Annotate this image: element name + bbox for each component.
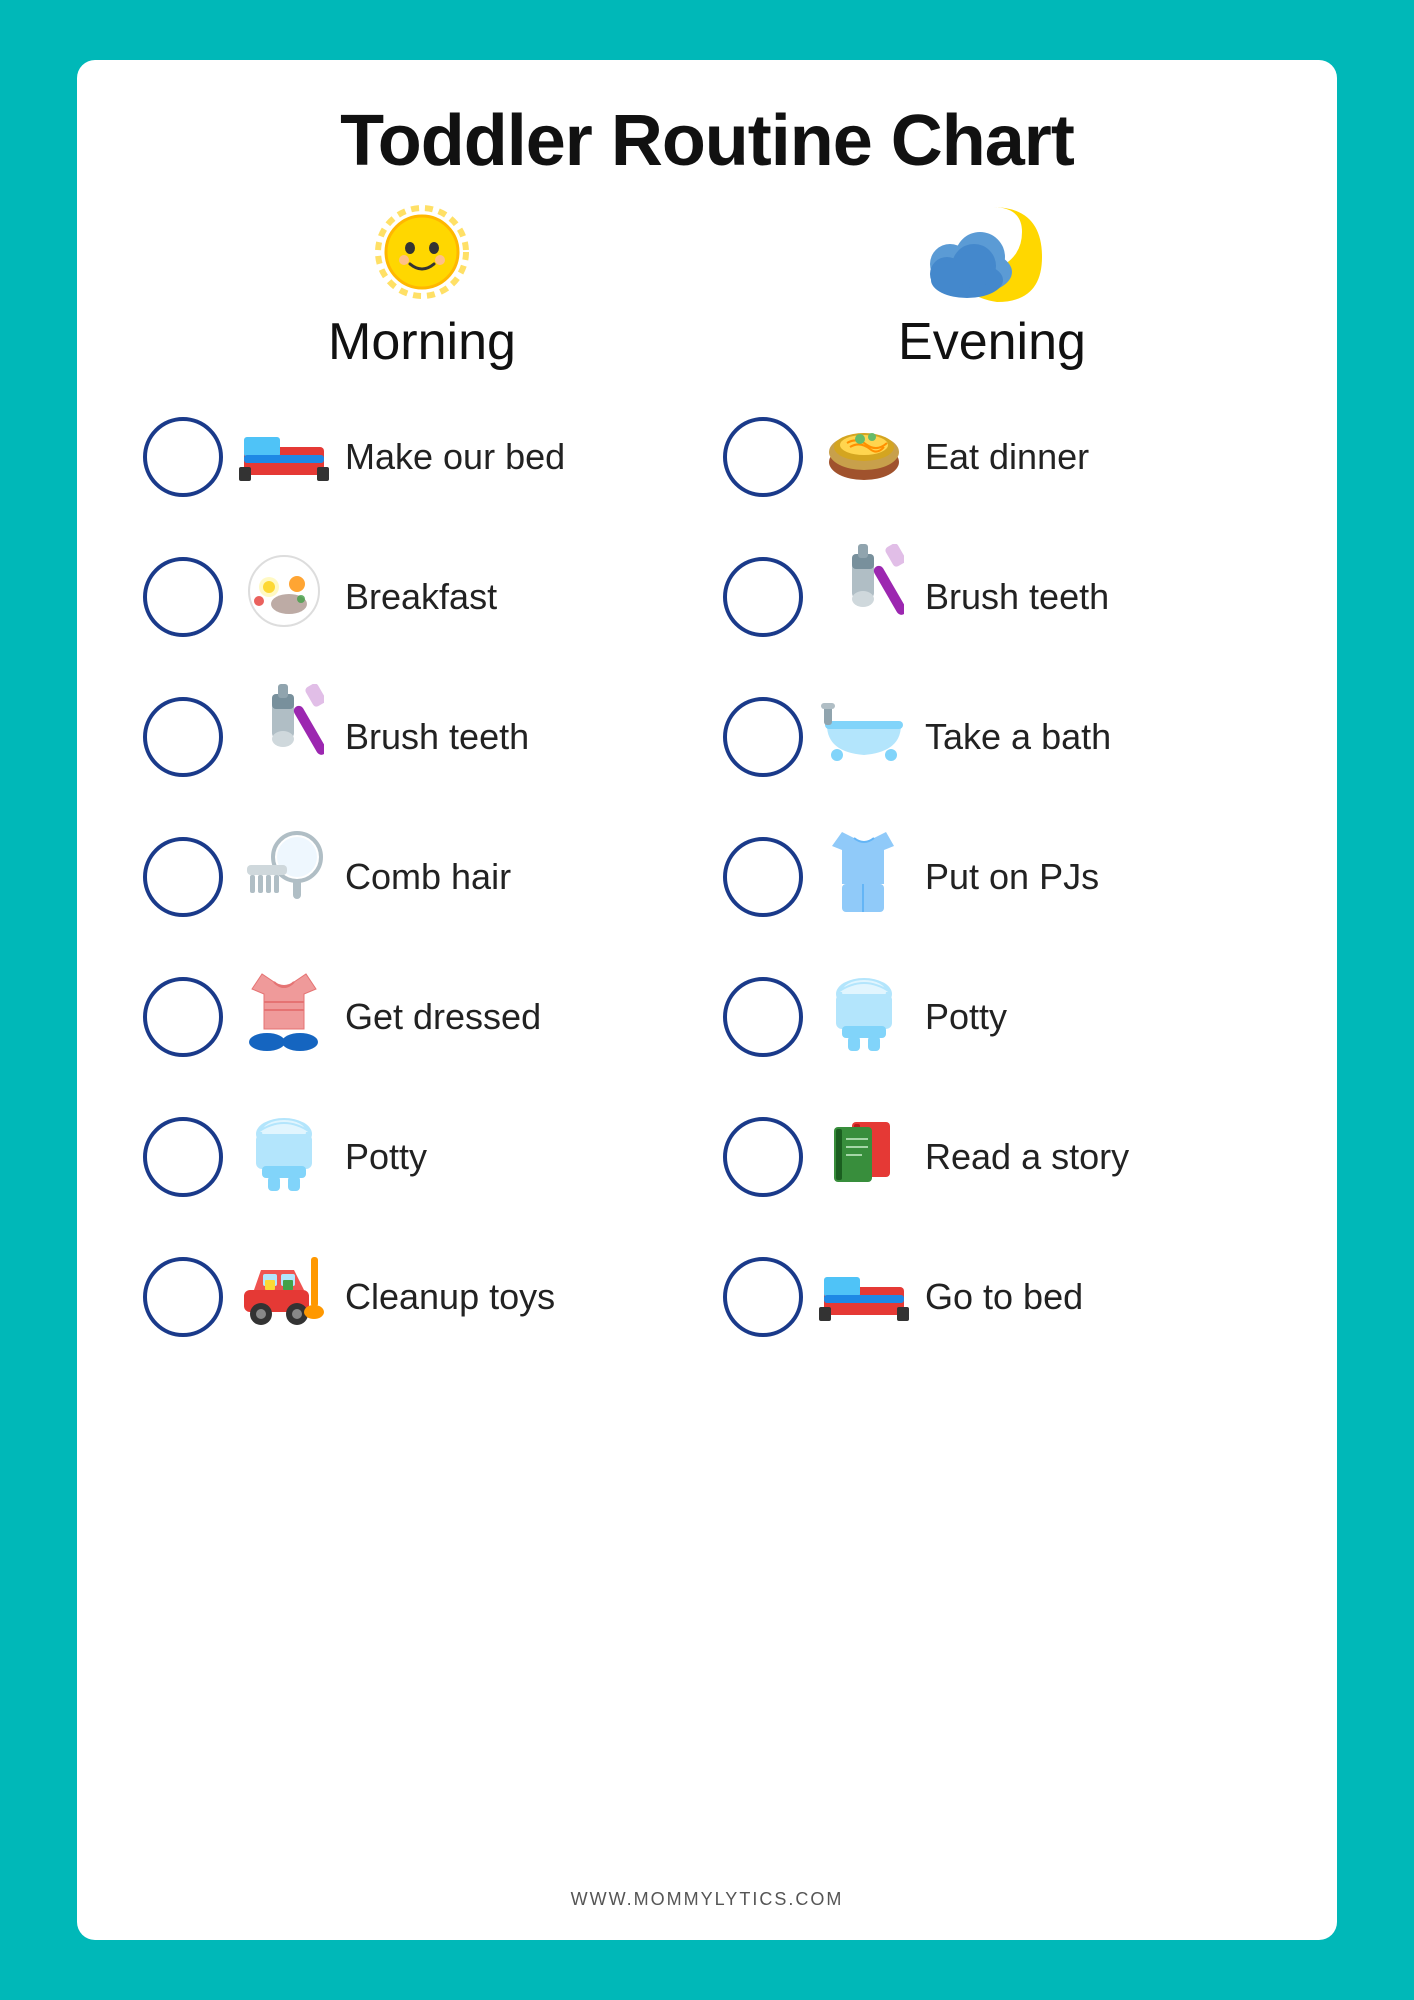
evening-task-checkbox-5[interactable]	[723, 977, 803, 1057]
morning-task-label-7: Cleanup toys	[345, 1276, 555, 1318]
evening-task-checkbox-4[interactable]	[723, 837, 803, 917]
morning-task-checkbox-6[interactable]	[143, 1117, 223, 1197]
morning-task-label-2: Breakfast	[345, 576, 497, 618]
morning-task-checkbox-5[interactable]	[143, 977, 223, 1057]
morning-task-checkbox-7[interactable]	[143, 1257, 223, 1337]
evening-task-label-2: Brush teeth	[925, 576, 1109, 618]
evening-task-checkbox-1[interactable]	[723, 417, 803, 497]
task-row: Make our bed	[137, 392, 697, 522]
morning-task-checkbox-1[interactable]	[143, 417, 223, 497]
evening-task-label-3: Take a bath	[925, 716, 1111, 758]
evening-task-label-1: Eat dinner	[925, 436, 1089, 478]
task-row: Cleanup toys	[137, 1232, 697, 1362]
task-row: Brush teeth	[717, 532, 1277, 662]
task-row: Brush teeth	[137, 672, 697, 802]
morning-label: Morning	[328, 312, 516, 372]
morning-column: Make our bed Breakfast	[137, 392, 697, 1879]
evening-task-label-6: Read a story	[925, 1136, 1129, 1178]
morning-task-label-3: Brush teeth	[345, 716, 529, 758]
section-headers: Morning Evening	[137, 192, 1277, 372]
evening-task-label-5: Potty	[925, 996, 1007, 1038]
task-row: Breakfast	[137, 532, 697, 662]
read-story-icon	[819, 1107, 909, 1208]
evening-header: Evening	[898, 192, 1086, 372]
breakfast-icon	[239, 549, 329, 645]
task-row: Put on PJs	[717, 812, 1277, 942]
morning-header: Morning	[328, 192, 516, 372]
morning-task-label-6: Potty	[345, 1136, 427, 1178]
task-row: Take a bath	[717, 672, 1277, 802]
evening-task-checkbox-6[interactable]	[723, 1117, 803, 1197]
task-row: Potty	[137, 1092, 697, 1222]
moon-icon	[912, 192, 1072, 312]
brush-teeth-morning-icon	[239, 684, 329, 790]
task-row: Get dressed	[137, 952, 697, 1082]
morning-task-checkbox-4[interactable]	[143, 837, 223, 917]
bed-icon	[239, 417, 329, 498]
evening-task-label-7: Go to bed	[925, 1276, 1083, 1318]
page-title: Toddler Routine Chart	[340, 100, 1074, 182]
task-row: Eat dinner	[717, 392, 1277, 522]
morning-task-label-1: Make our bed	[345, 436, 565, 478]
sun-icon	[362, 192, 482, 312]
morning-task-label-5: Get dressed	[345, 996, 541, 1038]
evening-task-checkbox-3[interactable]	[723, 697, 803, 777]
evening-task-checkbox-7[interactable]	[723, 1257, 803, 1337]
cleanup-toys-icon	[239, 1252, 329, 1343]
eat-dinner-icon	[819, 407, 909, 508]
morning-task-checkbox-3[interactable]	[143, 697, 223, 777]
task-row: Read a story	[717, 1092, 1277, 1222]
footer-url: WWW.MOMMYLYTICS.COM	[571, 1889, 844, 1910]
task-row: Potty	[717, 952, 1277, 1082]
put-on-pjs-icon	[819, 824, 909, 930]
brush-teeth-evening-icon	[819, 544, 909, 650]
evening-task-label-4: Put on PJs	[925, 856, 1099, 898]
evening-label: Evening	[898, 312, 1086, 372]
evening-column: Eat dinner Brush teeth	[717, 392, 1277, 1879]
take-bath-icon	[819, 697, 909, 778]
potty-evening-icon	[819, 964, 909, 1070]
morning-task-checkbox-2[interactable]	[143, 557, 223, 637]
evening-task-checkbox-2[interactable]	[723, 557, 803, 637]
potty-morning-icon	[239, 1104, 329, 1210]
task-columns: Make our bed Breakfast	[137, 392, 1277, 1879]
go-to-bed-icon	[819, 1257, 909, 1338]
task-row: Comb hair	[137, 812, 697, 942]
main-card: Toddler Routine Chart Morning	[77, 60, 1337, 1940]
morning-task-label-4: Comb hair	[345, 856, 511, 898]
task-row: Go to bed	[717, 1232, 1277, 1362]
comb-hair-icon	[239, 827, 329, 928]
get-dressed-icon	[239, 964, 329, 1070]
